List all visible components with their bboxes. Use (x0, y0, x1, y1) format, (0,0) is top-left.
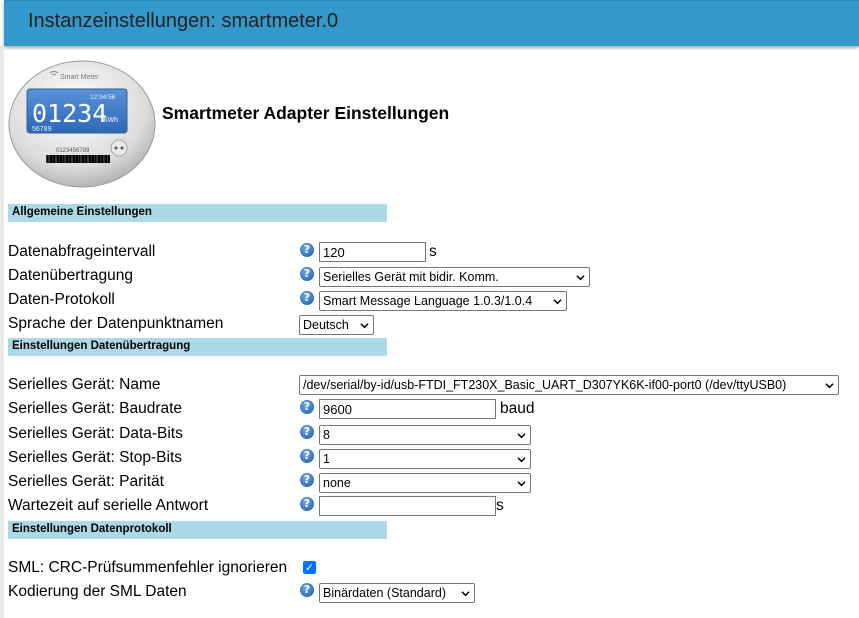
meter-serial-text: 0123456789 (56, 148, 90, 154)
databits-help-icon[interactable]: ? (300, 425, 314, 439)
parity-select[interactable]: none (319, 473, 531, 493)
baud-unit: baud (500, 400, 535, 417)
chevron-down-icon (553, 299, 562, 305)
meter-brand-text: Smart Meter (60, 74, 99, 81)
crc-label: SML: CRC-Prüfsummenfehler ignorieren (8, 559, 288, 576)
stopbits-select-value: 1 (323, 452, 330, 466)
parity-select-value: none (323, 476, 351, 490)
window-title: Instanzeinstellungen: smartmeter.0 (28, 10, 339, 32)
transport-label: Datenübertragung (8, 267, 133, 284)
language-label: Sprache der Datenpunktnamen (8, 315, 224, 332)
interval-help-icon[interactable]: ? (300, 243, 314, 257)
chevron-down-icon (360, 323, 369, 329)
encoding-select[interactable]: Binärdaten (Standard) (319, 583, 475, 603)
section-general-header: Allgemeine Einstellungen (8, 204, 387, 222)
interval-label: Datenabfrageintervall (8, 243, 156, 260)
title-bar: Instanzeinstellungen: smartmeter.0 (4, 0, 859, 46)
meter-subreading-text: 56789 (32, 126, 52, 133)
wait-label: Wartezeit auf serielle Antwort (8, 497, 209, 514)
stopbits-select[interactable]: 1 (319, 449, 531, 469)
databits-select-value: 8 (323, 428, 330, 442)
smartmeter-logo-image: Smart Meter 12:34:56 01234 kWh 56789 012… (8, 60, 156, 188)
meter-unit-text: kWh (104, 117, 118, 124)
serial-name-label: Serielles Gerät: Name (8, 376, 161, 393)
baud-label: Serielles Gerät: Baudrate (8, 400, 183, 417)
meter-reading-text: 01234 (32, 99, 107, 128)
wait-unit: s (496, 497, 504, 514)
stopbits-label: Serielles Gerät: Stop-Bits (8, 449, 183, 466)
stopbits-help-icon[interactable]: ? (300, 449, 314, 463)
encoding-help-icon[interactable]: ? (300, 583, 314, 597)
transport-help-icon[interactable]: ? (300, 267, 314, 281)
serial-name-select-value: /dev/serial/by-id/usb-FTDI_FT230X_Basic_… (303, 378, 787, 392)
chevron-down-icon (517, 481, 526, 487)
encoding-label: Kodierung der SML Daten (8, 583, 187, 600)
crc-checkbox[interactable]: ✓ (303, 561, 316, 574)
transport-select[interactable]: Serielles Gerät mit bidir. Komm. (319, 267, 590, 287)
wait-input[interactable] (319, 496, 496, 516)
protocol-help-icon[interactable]: ? (300, 291, 314, 305)
protocol-label: Daten-Protokoll (8, 291, 115, 308)
wait-help-icon[interactable]: ? (300, 497, 314, 511)
parity-help-icon[interactable]: ? (300, 473, 314, 487)
section-transport-header: Einstellungen Datenübertragung (8, 338, 387, 356)
baud-input[interactable] (319, 399, 496, 419)
chevron-down-icon (576, 275, 585, 281)
interval-input[interactable] (319, 242, 426, 262)
databits-label: Serielles Gerät: Data-Bits (8, 425, 183, 442)
chevron-down-icon (517, 433, 526, 439)
adapter-heading: Smartmeter Adapter Einstellungen (162, 103, 450, 123)
protocol-select-value: Smart Message Language 1.0.3/1.0.4 (323, 294, 533, 308)
encoding-select-value: Binärdaten (Standard) (323, 586, 446, 600)
chevron-down-icon (517, 457, 526, 463)
chevron-down-icon (461, 591, 470, 597)
language-select-value: Deutsch (303, 318, 349, 332)
section-protocol-header: Einstellungen Datenprotokoll (8, 521, 387, 539)
interval-unit: s (429, 243, 437, 260)
databits-select[interactable]: 8 (319, 425, 531, 445)
language-select[interactable]: Deutsch (299, 315, 374, 335)
chevron-down-icon (825, 383, 834, 389)
baud-help-icon[interactable]: ? (300, 400, 314, 414)
transport-select-value: Serielles Gerät mit bidir. Komm. (323, 270, 499, 284)
protocol-select[interactable]: Smart Message Language 1.0.3/1.0.4 (319, 291, 567, 311)
parity-label: Serielles Gerät: Parität (8, 473, 164, 490)
serial-name-select[interactable]: /dev/serial/by-id/usb-FTDI_FT230X_Basic_… (299, 375, 839, 395)
